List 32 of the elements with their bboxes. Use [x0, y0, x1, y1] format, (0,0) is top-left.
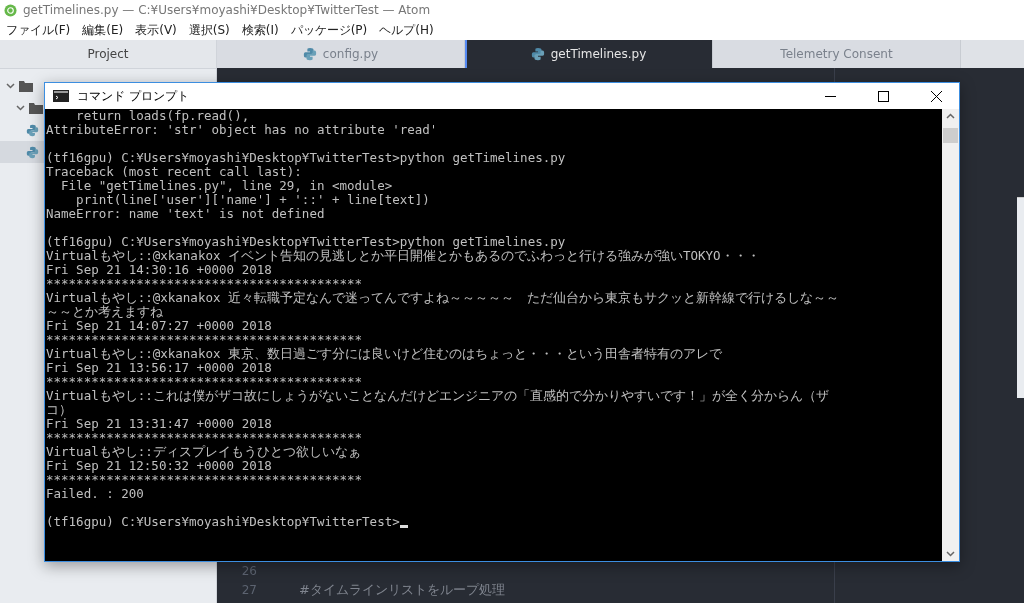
line-number: 26: [240, 563, 257, 578]
console-line: ～～とか考えますね: [46, 305, 164, 319]
console-line: Fri Sep 21 13:31:47 +0000 2018: [46, 417, 273, 431]
console-line: Virtualもやし::@xkanakox 東京、数日過ごす分には良いけど住むのはちょっと・・・という田舎者特有のアレで: [46, 347, 723, 361]
console-line: Virtualもやし::@xkanakox 近々転職予定なんで迷ってんですよね～～～～～ ただ仙台から東京もサクッと新幹線で行けるしな～～: [46, 291, 840, 305]
console-line: Fri Sep 21 14:07:27 +0000 2018: [46, 319, 273, 333]
console-line: return loads(fp.read(),: [75, 109, 251, 123]
console-line: コ）: [46, 403, 73, 417]
console-line: (tf16gpu) C:¥Users¥moyashi¥Desktop¥TwitterTest>python getTimelines.py: [46, 235, 567, 249]
line-number: 27: [240, 582, 257, 597]
code-line: #タイムラインリストをループ処理: [299, 580, 505, 599]
console-line: Fri Sep 21 13:56:17 +0000 2018: [46, 361, 273, 375]
console-line: AttributeError: 'str' object has no attribute 'read': [46, 123, 439, 137]
console-line: ******************************************: [46, 333, 364, 347]
console-line: ******************************************: [46, 473, 364, 487]
console-line: File "getTimelines.py", line 29, in <module>: [60, 179, 394, 193]
console-line: Virtualもやし::@xkanakox イベント告知の見逃しとか平日開催とかもあるのでふわっと行ける強みが強いTOKYO・・・: [46, 249, 761, 263]
console-line: print(line['user']['name'] + '::' + line[text]): [75, 193, 431, 207]
console-line: Fri Sep 21 14:30:16 +0000 2018: [46, 263, 273, 277]
console-line: NameError: name 'text' is not defined: [46, 207, 326, 221]
console-line: ******************************************: [46, 431, 364, 445]
console-line: Virtualもやし::ディスプレイもうひとつ欲しいなぁ: [46, 445, 362, 459]
console-line: ******************************************: [46, 277, 364, 291]
console-line: (tf16gpu) C:¥Users¥moyashi¥Desktop¥TwitterTest>: [46, 515, 942, 529]
console-line: Virtualもやし::これは僕がザコ故にしょうがないことなんだけどエンジニアの「直感的で分かりやすいです！」が全く分からん（ザ: [46, 389, 830, 403]
console-line: Traceback (most recent call last):: [46, 165, 302, 179]
window-title: getTimelines.py — C:¥Users¥moyashi¥Desktop¥TwitterTest — Atom: [23, 3, 431, 17]
console-line: Failed. : 200: [46, 487, 145, 501]
console-line: Fri Sep 21 12:50:32 +0000 2018: [46, 459, 273, 473]
console-title: コマンド プロンプト: [77, 87, 190, 105]
console-line: ******************************************: [46, 375, 364, 389]
console-line: (tf16gpu) C:¥Users¥moyashi¥Desktop¥TwitterTest>python getTimelines.py: [46, 151, 567, 165]
